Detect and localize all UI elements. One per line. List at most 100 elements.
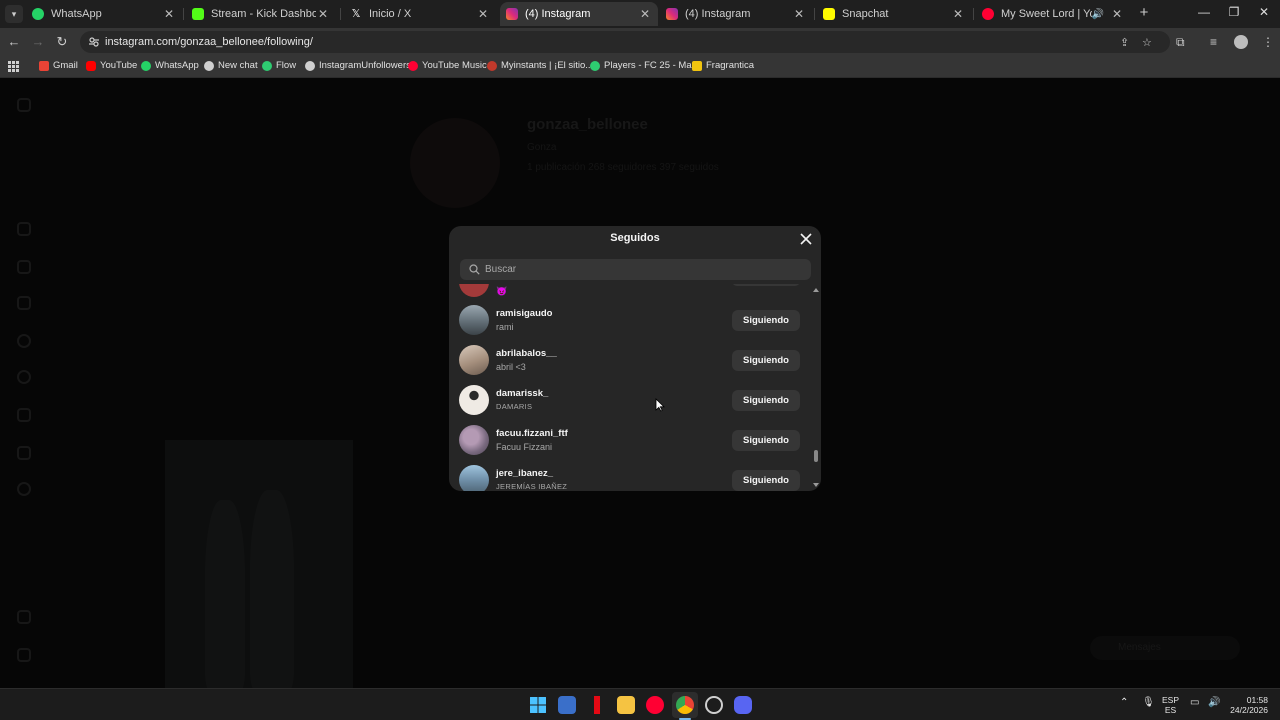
following-button[interactable]: Siguiendo [732,470,800,491]
network-icon[interactable]: ▭ [1190,698,1199,708]
scrollbar-thumb[interactable] [814,450,818,462]
menu-icon[interactable]: ⋮ [1262,35,1274,49]
extensions-icon[interactable]: ⧉ [1176,35,1185,50]
scroll-up-arrow[interactable] [813,288,819,292]
avatar[interactable] [459,284,489,297]
tab-separator [340,8,341,20]
list-scrollbar[interactable] [813,288,819,488]
tab-x[interactable]: 𝕏 Inicio / X ✕ [344,2,496,26]
windows-start-icon[interactable] [529,696,547,714]
whatsapp-icon [32,8,44,20]
avatar[interactable] [459,465,489,491]
media-controls-icon[interactable]: ≡ [1210,35,1217,49]
close-icon[interactable]: ✕ [638,7,652,21]
avatar[interactable] [459,345,489,375]
discord-icon[interactable] [734,696,752,714]
clock[interactable]: 01:58 24/2/2026 [1228,695,1268,715]
tab-search-button[interactable]: ▾ [5,5,23,23]
tab-separator [183,8,184,20]
site-info-icon[interactable] [88,36,100,48]
restore-button[interactable]: ❐ [1226,5,1242,19]
list-item-username[interactable]: jere_ibanez_ [496,468,553,479]
list-item[interactable]: ramisigaudo rami Siguiendo [449,300,809,340]
back-button[interactable]: ← [6,34,22,50]
close-icon[interactable]: ✕ [1110,7,1124,21]
following-button[interactable]: Siguiendo [732,310,800,331]
language-indicator[interactable]: ESP ES [1162,695,1179,715]
close-icon[interactable] [799,232,813,246]
following-button[interactable]: Siguiendo [732,350,800,371]
netflix-icon[interactable] [588,696,606,714]
close-icon[interactable]: ✕ [476,7,490,21]
list-item[interactable]: facuu.fizzani_ftf Facuu Fizzani Siguiend… [449,420,809,460]
list-item[interactable]: jere_ibanez_ JEREMÍAS IBAÑEZ Siguiendo [449,460,809,491]
tab-separator [973,8,974,20]
avatar[interactable] [459,305,489,335]
youtube-music-icon[interactable] [646,696,664,714]
tab-instagram-active[interactable]: (4) Instagram ✕ [500,2,658,26]
following-button[interactable]: Siguiendo [732,390,800,411]
file-explorer-icon[interactable] [617,696,635,714]
bookmark-gmail[interactable]: Gmail [39,60,78,71]
following-button[interactable] [732,284,800,286]
bookmark-label: InstagramUnfollowers [319,60,411,71]
avatar[interactable] [459,385,489,415]
close-icon[interactable]: ✕ [162,7,176,21]
close-icon[interactable]: ✕ [316,7,330,21]
speaker-icon[interactable]: 🔊 [1092,9,1104,20]
bookmark-myinstants[interactable]: Myinstants | ¡El sitio... [487,60,593,71]
following-dialog: Seguidos 😈 ramisigaudo rami Siguiendo ab… [449,226,821,491]
mouse-cursor-icon [655,398,665,412]
new-tab-button[interactable]: + [1136,5,1152,21]
address-bar[interactable]: instagram.com/gonzaa_bellonee/following/… [80,31,1170,53]
microsoft-store-icon[interactable] [558,696,576,714]
avatar[interactable] [459,425,489,455]
forward-button[interactable]: → [30,34,46,50]
url-text[interactable]: instagram.com/gonzaa_bellonee/following/ [105,36,313,48]
apps-grid-icon[interactable] [8,61,19,72]
tab-youtube-music[interactable]: My Sweet Lord | YouTube M 🔊 ✕ [976,2,1130,26]
list-item-fullname: Facuu Fizzani [496,442,553,452]
list-item[interactable]: abrilabalos__ abril <3 Siguiendo [449,340,809,380]
chrome-icon[interactable] [676,696,694,714]
search-box[interactable] [460,259,811,280]
minimize-button[interactable]: — [1196,5,1212,19]
following-button[interactable]: Siguiendo [732,430,800,451]
bookmark-fragrantica[interactable]: Fragrantica [692,60,754,71]
bookmark-star-icon[interactable]: ☆ [1142,36,1152,49]
microphone-icon[interactable]: 🎙 [1142,698,1155,708]
tab-title: Stream - Kick Dashboard [211,8,316,20]
tab-snapchat[interactable]: Snapchat ✕ [817,2,971,26]
youtube-icon [86,60,96,71]
bookmark-new-chat[interactable]: New chat [204,60,258,71]
close-window-button[interactable]: ✕ [1256,5,1272,19]
list-item-username[interactable]: facuu.fizzani_ftf [496,428,568,439]
bookmark-youtube[interactable]: YouTube [86,60,137,71]
bookmark-youtube-music[interactable]: YouTube Music [408,60,487,71]
bookmark-players-fc25[interactable]: Players - FC 25 - Ma... [590,60,700,71]
volume-icon[interactable]: 🔊 [1208,698,1220,708]
search-input[interactable] [485,259,805,280]
install-app-icon[interactable]: ⇪ [1120,36,1129,49]
bookmark-label: YouTube [100,60,138,71]
bookmark-flow[interactable]: Flow [262,60,296,71]
profile-avatar[interactable] [1234,35,1248,49]
bookmark-instagram-unfollowers[interactable]: InstagramUnfollowers [305,60,411,71]
show-hidden-icons-chevron-icon[interactable]: ⌃ [1120,698,1128,708]
list-item-username[interactable]: ramisigaudo [496,308,553,319]
close-icon[interactable]: ✕ [951,7,965,21]
bookmark-whatsapp[interactable]: WhatsApp [141,60,199,71]
bookmark-label: Players - FC 25 - Ma... [604,60,700,71]
tab-title: Inicio / X [369,8,412,20]
list-item-username[interactable]: damarissk_ [496,388,548,399]
reload-button[interactable]: ↻ [54,34,70,50]
scroll-down-arrow[interactable] [813,483,819,487]
list-item[interactable]: damarissk_ DAMARIS Siguiendo [449,380,809,420]
tab-whatsapp[interactable]: WhatsApp ✕ [26,2,182,26]
tab-title: (4) Instagram [525,8,591,20]
list-item-username[interactable]: abrilabalos__ [496,348,557,359]
tab-instagram[interactable]: (4) Instagram ✕ [660,2,812,26]
tab-kick[interactable]: Stream - Kick Dashboard ✕ [186,2,336,26]
steam-icon[interactable] [705,696,723,714]
close-icon[interactable]: ✕ [792,7,806,21]
